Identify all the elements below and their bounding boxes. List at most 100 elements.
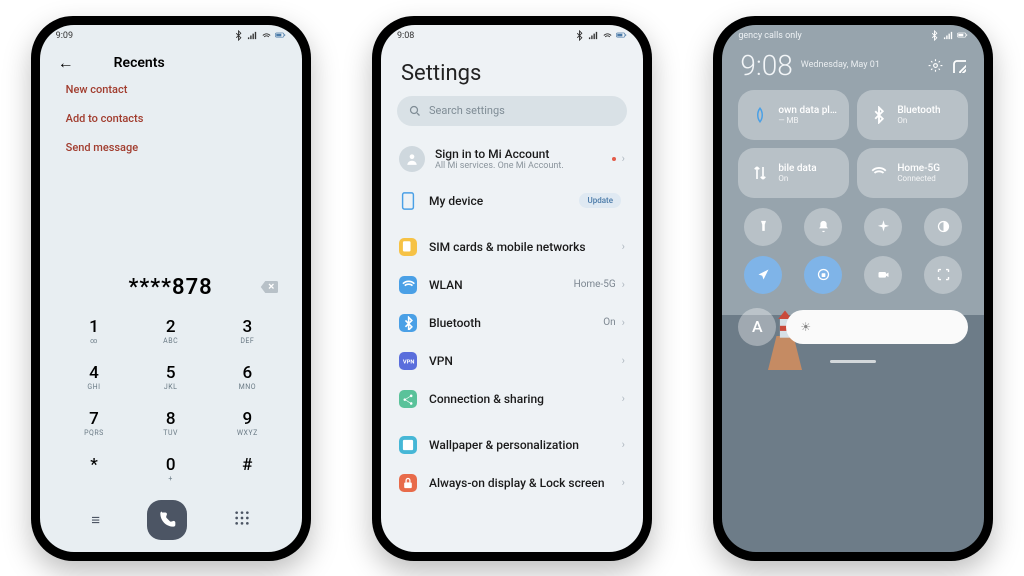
call-button[interactable] [147, 500, 187, 540]
screen-controls: gency calls only 9:08 Wednesday, May 01 … [722, 25, 984, 552]
status-icons [233, 30, 286, 41]
row-wallpaper-personalization[interactable]: Wallpaper & personalization › [397, 426, 627, 464]
contrast-icon [936, 219, 951, 234]
row-my-device[interactable]: My device Update [397, 182, 627, 220]
location-icon [756, 267, 771, 282]
chevron-right-icon: › [622, 476, 625, 489]
device-icon [399, 192, 417, 210]
battery-icon [957, 30, 968, 41]
phone-2-settings: 9:08 Settings Search settings Sign in to… [372, 16, 652, 561]
action-new-contact[interactable]: New contact [66, 83, 276, 96]
bluetooth-icon [869, 105, 889, 125]
lock-icon [399, 474, 417, 492]
screen-dialer: 9:09 ← Recents New contact Add to contac… [40, 25, 302, 552]
key-5[interactable]: 5JKL [132, 354, 209, 400]
chevron-right-icon: › [622, 278, 625, 291]
share-icon [399, 390, 417, 408]
update-badge[interactable]: Update [579, 193, 621, 208]
tile-data-plan[interactable]: own data pl…— MB [738, 90, 849, 140]
toggle-flashlight[interactable] [744, 208, 782, 246]
brightness-slider[interactable]: ☀ [786, 310, 968, 344]
chevron-right-icon: › [622, 438, 625, 451]
signal-icon [943, 30, 954, 41]
toggle-bell[interactable] [804, 208, 842, 246]
back-icon[interactable]: ← [58, 53, 74, 73]
screen-settings: 9:08 Settings Search settings Sign in to… [381, 25, 643, 552]
status-icons [574, 30, 627, 41]
search-input[interactable]: Search settings [397, 96, 627, 126]
signal-icon [588, 30, 599, 41]
status-time: 9:08 [397, 31, 414, 41]
row-vpn[interactable]: VPN VPN › [397, 342, 627, 380]
mobile-data-icon [750, 163, 770, 183]
toggle-airplane[interactable] [864, 208, 902, 246]
action-send-message[interactable]: Send message [66, 141, 276, 154]
row-always-on-display-lock-screen[interactable]: Always-on display & Lock screen › [397, 464, 627, 502]
key-3[interactable]: 3DEF [209, 308, 286, 354]
dialpad: 1∞2ABC3DEF 4GHI5JKL6MNO 7PQRS8TUV9WXYZ *0+# [40, 308, 302, 498]
account-title: Sign in to Mi Account [435, 147, 612, 161]
rotate-lock-icon [816, 267, 831, 282]
chevron-right-icon: › [622, 354, 625, 367]
device-title: My device [429, 194, 580, 208]
key-2[interactable]: 2ABC [132, 308, 209, 354]
status-time: 9:09 [56, 31, 73, 41]
wifi-icon [869, 163, 889, 183]
alert-dot-icon [612, 157, 616, 161]
chevron-right-icon: › [622, 152, 625, 165]
menu-icon[interactable]: ≡ [91, 511, 100, 529]
key-1[interactable]: 1∞ [56, 308, 133, 354]
toggle-rotate-lock[interactable] [804, 256, 842, 294]
drag-handle[interactable] [830, 360, 876, 363]
toggle-scanner[interactable] [924, 256, 962, 294]
key-4[interactable]: 4GHI [56, 354, 133, 400]
bt-icon [233, 30, 244, 41]
backspace-icon[interactable] [260, 279, 278, 298]
sim-icon [399, 238, 417, 256]
tile-mobile-data[interactable]: bile dataOn [738, 148, 849, 198]
bt-icon [929, 30, 940, 41]
row-wlan[interactable]: WLAN Home-5G › [397, 266, 627, 304]
action-add-to-contacts[interactable]: Add to contacts [66, 112, 276, 125]
battery-icon [275, 30, 286, 41]
key-7[interactable]: 7PQRS [56, 400, 133, 446]
row-sim-cards-mobile-networks[interactable]: SIM cards & mobile networks › [397, 228, 627, 266]
wifi-icon [399, 276, 417, 294]
wifi-icon [261, 30, 272, 41]
toggle-camera[interactable] [864, 256, 902, 294]
data-plan-icon [750, 105, 770, 125]
dialpad-toggle-icon[interactable] [234, 510, 250, 530]
account-sub: All Mi services. One Mi Account. [435, 161, 612, 171]
key-*[interactable]: * [56, 446, 133, 492]
toggle-contrast[interactable] [924, 208, 962, 246]
tile-bluetooth[interactable]: BluetoothOn [857, 90, 968, 140]
search-icon [409, 105, 421, 117]
edit-icon[interactable] [951, 58, 966, 73]
search-placeholder: Search settings [429, 104, 505, 117]
row-mi-account[interactable]: Sign in to Mi Account All Mi services. O… [397, 136, 627, 182]
wall-icon [399, 436, 417, 454]
status-bar: gency calls only [722, 25, 984, 47]
chevron-right-icon: › [622, 392, 625, 405]
key-8[interactable]: 8TUV [132, 400, 209, 446]
key-6[interactable]: 6MNO [209, 354, 286, 400]
gear-icon[interactable] [928, 58, 943, 73]
key-0[interactable]: 0+ [132, 446, 209, 492]
row-connection-sharing[interactable]: Connection & sharing › [397, 380, 627, 418]
row-bluetooth[interactable]: Bluetooth On › [397, 304, 627, 342]
battery-icon [616, 30, 627, 41]
bell-icon [816, 219, 831, 234]
vpn-icon: VPN [399, 352, 417, 370]
scanner-icon [936, 267, 951, 282]
status-bar: 9:09 [40, 25, 302, 47]
key-9[interactable]: 9WXYZ [209, 400, 286, 446]
key-#[interactable]: # [209, 446, 286, 492]
toggle-location[interactable] [744, 256, 782, 294]
status-icons [929, 30, 968, 41]
wifi-icon [602, 30, 613, 41]
svg-text:VPN: VPN [403, 359, 414, 365]
avatar-icon [399, 146, 425, 172]
sun-icon: ☀ [800, 320, 811, 334]
camera-icon [876, 267, 891, 282]
tile-wifi[interactable]: Home-5GConnected [857, 148, 968, 198]
